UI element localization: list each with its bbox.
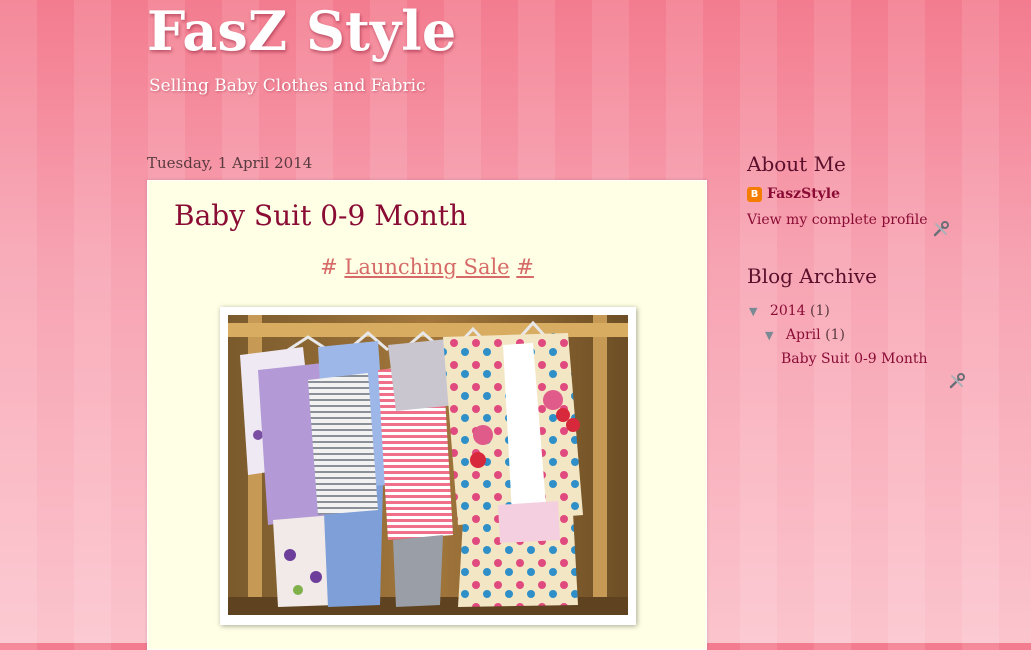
edit-widget-icon[interactable] [932, 220, 950, 238]
edit-widget-icon-2[interactable] [948, 372, 966, 390]
profile-name-link[interactable]: FaszStyle [767, 186, 840, 202]
view-profile-link[interactable]: View my complete profile [747, 212, 987, 228]
post-photo[interactable] [220, 307, 636, 625]
blog-header: FasZ Style Selling Baby Clothes and Fabr… [147, 0, 456, 96]
archive-post-link[interactable]: Baby Suit 0-9 Month [781, 351, 928, 367]
archive-month-link[interactable]: April [786, 327, 821, 343]
year-toggle[interactable]: ▼ [749, 305, 757, 318]
blog-archive-title: Blog Archive [747, 264, 877, 288]
launch-line: # Launching Sale # [148, 255, 706, 279]
archive-year-count: (1) [810, 303, 830, 319]
post-date: Tuesday, 1 April 2014 [147, 154, 313, 172]
archive-month-row: ▼ April (1) [765, 327, 845, 343]
archive-year-row: ▼ 2014 (1) [749, 303, 830, 319]
profile-row: B FaszStyle [747, 186, 987, 202]
sidebar: About Me B FaszStyle View my complete pr… [747, 152, 987, 367]
post-title[interactable]: Baby Suit 0-9 Month [174, 199, 467, 232]
blogger-icon: B [747, 186, 762, 202]
about-me-title: About Me [747, 152, 846, 176]
hash-left: # [320, 255, 338, 279]
archive-month-count: (1) [825, 327, 845, 343]
archive-post-row: Baby Suit 0-9 Month [781, 351, 928, 367]
month-toggle[interactable]: ▼ [765, 329, 773, 342]
blog-title[interactable]: FasZ Style [147, 0, 456, 62]
blog-description: Selling Baby Clothes and Fabric [149, 76, 426, 96]
post-card: Baby Suit 0-9 Month # Launching Sale # [147, 180, 707, 650]
launching-sale-link[interactable]: Launching Sale [344, 255, 509, 279]
archive-year-link[interactable]: 2014 [770, 303, 806, 319]
baby-clothes-photo [228, 315, 628, 615]
hash-right[interactable]: # [516, 255, 534, 279]
